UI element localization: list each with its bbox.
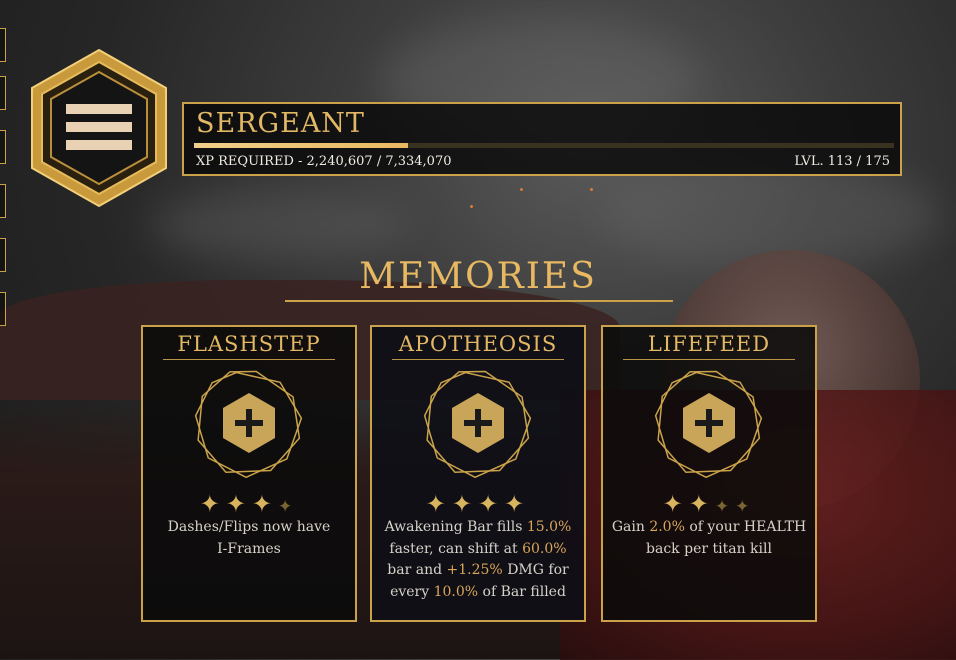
card-divider [392,359,564,360]
ember [590,188,593,191]
side-tab[interactable] [0,292,6,326]
xp-progress-bar [194,143,894,148]
card-title: LIFEFEED [647,332,771,356]
memory-card-apotheosis[interactable]: APOTHEOSIS ✦✦✦✦ Awakening Bar fills 15.0… [370,325,586,622]
ember [470,205,473,208]
star-icon: ✦ [425,490,452,518]
card-description: Awakening Bar fills 15.0% faster, can sh… [378,517,578,603]
desc-text: of Bar filled [478,583,566,600]
rank-emblem-icon [28,48,170,208]
desc-value: 60.0% [522,540,567,557]
memory-card-lifefeed[interactable]: LIFEFEED ✦✦✦✦ Gain 2.0% of your HEALTH b… [601,325,817,622]
plus-hexagon-icon [193,367,305,479]
memories-divider [285,300,673,302]
desc-text: Awakening Bar fills [384,519,527,535]
star-icon: ✦ [278,497,299,517]
desc-value: 15.0% [526,519,572,535]
star-icon: ✦ [504,490,531,518]
star-icon: ✦ [735,497,756,517]
star-icon: ✦ [688,490,715,518]
star-icon: ✦ [225,490,252,518]
desc-text: faster, can shift at [389,540,523,557]
plus-hexagon-icon [422,367,534,479]
star-icon: ✦ [714,497,736,517]
star-icon: ✦ [251,490,279,518]
memory-card-flashstep[interactable]: FLASHSTEP ✦✦✦✦ Dashes/Flips now have I-F… [141,325,357,622]
desc-value: 2.0% [649,519,685,535]
memories-heading: MEMORIES [359,256,597,297]
side-tab[interactable] [0,76,6,110]
card-description: Dashes/Flips now have I-Frames [149,517,349,560]
star-rating: ✦✦✦✦ [603,490,815,518]
desc-value: +1.25% [446,562,503,578]
side-tab[interactable] [0,28,6,62]
star-icon: ✦ [451,490,478,518]
plus-hexagon-icon [653,367,765,479]
xp-required-label: XP REQUIRED - 2,240,607 / 7,334,070 [196,154,452,169]
desc-line: Dashes/Flips now have [167,519,331,535]
star-rating: ✦✦✦✦ [372,490,584,518]
card-description: Gain 2.0% of your HEALTH back per titan … [609,517,809,560]
xp-progress-fill [194,143,408,148]
desc-text: bar and [387,562,447,578]
side-tab[interactable] [0,184,6,218]
star-icon: ✦ [199,490,226,518]
ember [520,188,523,191]
card-divider [163,359,335,360]
desc-text: Gain [611,519,650,535]
desc-line: I-Frames [217,540,281,557]
rank-panel: SERGEANT XP REQUIRED - 2,240,607 / 7,334… [182,102,902,176]
card-divider [623,359,795,360]
card-title: FLASHSTEP [177,332,321,356]
side-tab[interactable] [0,130,6,164]
cloud [150,190,410,260]
rank-title: SERGEANT [196,108,365,139]
star-icon: ✦ [662,490,689,518]
desc-value: 10.0% [433,583,479,600]
star-icon: ✦ [478,490,505,518]
star-rating: ✦✦✦✦ [143,490,355,518]
level-label: LVL. 113 / 175 [794,154,890,169]
card-title: APOTHEOSIS [398,332,558,356]
